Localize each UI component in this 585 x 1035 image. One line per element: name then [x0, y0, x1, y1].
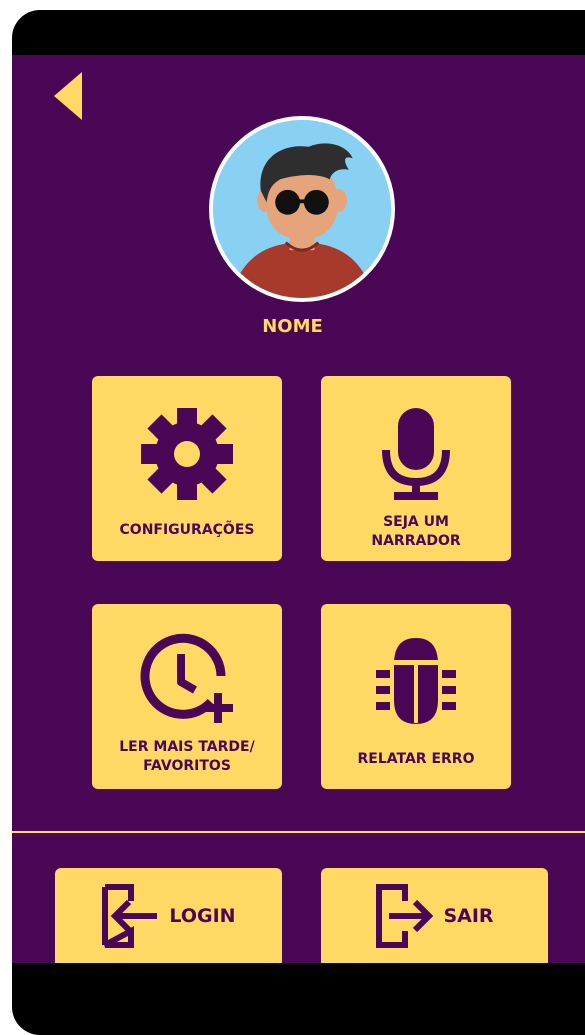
bug-icon [376, 638, 456, 724]
read-later-tile[interactable]: LER MAIS TARDE/ FAVORITOS [92, 604, 282, 789]
divider [12, 831, 585, 833]
back-arrow-icon[interactable] [54, 72, 82, 120]
login-icon [102, 883, 158, 948]
report-error-label: RELATAR ERRO [357, 751, 475, 767]
logout-icon [376, 883, 434, 948]
gear-icon [141, 408, 233, 500]
phone-frame: NOME CONFIGURAÇÕES SEJA UM NARRADOR LER … [12, 10, 585, 1035]
avatar-icon [213, 120, 391, 298]
login-button[interactable]: LOGIN [55, 868, 282, 963]
avatar [209, 116, 395, 302]
exit-label: SAIR [443, 904, 494, 927]
settings-label: CONFIGURAÇÕES [119, 522, 255, 538]
narrator-label: SEJA UM NARRADOR [371, 514, 461, 549]
read-later-label: LER MAIS TARDE/ FAVORITOS [119, 739, 255, 774]
app-screen: NOME CONFIGURAÇÕES SEJA UM NARRADOR LER … [12, 55, 585, 963]
exit-button[interactable]: SAIR [321, 868, 548, 963]
settings-tile[interactable]: CONFIGURAÇÕES [92, 376, 282, 561]
microphone-icon [382, 408, 450, 500]
login-label: LOGIN [169, 904, 236, 927]
report-error-tile[interactable]: RELATAR ERRO [321, 604, 511, 789]
clock-plus-icon [140, 633, 233, 723]
user-name: NOME [262, 316, 323, 337]
narrator-tile[interactable]: SEJA UM NARRADOR [321, 376, 511, 561]
